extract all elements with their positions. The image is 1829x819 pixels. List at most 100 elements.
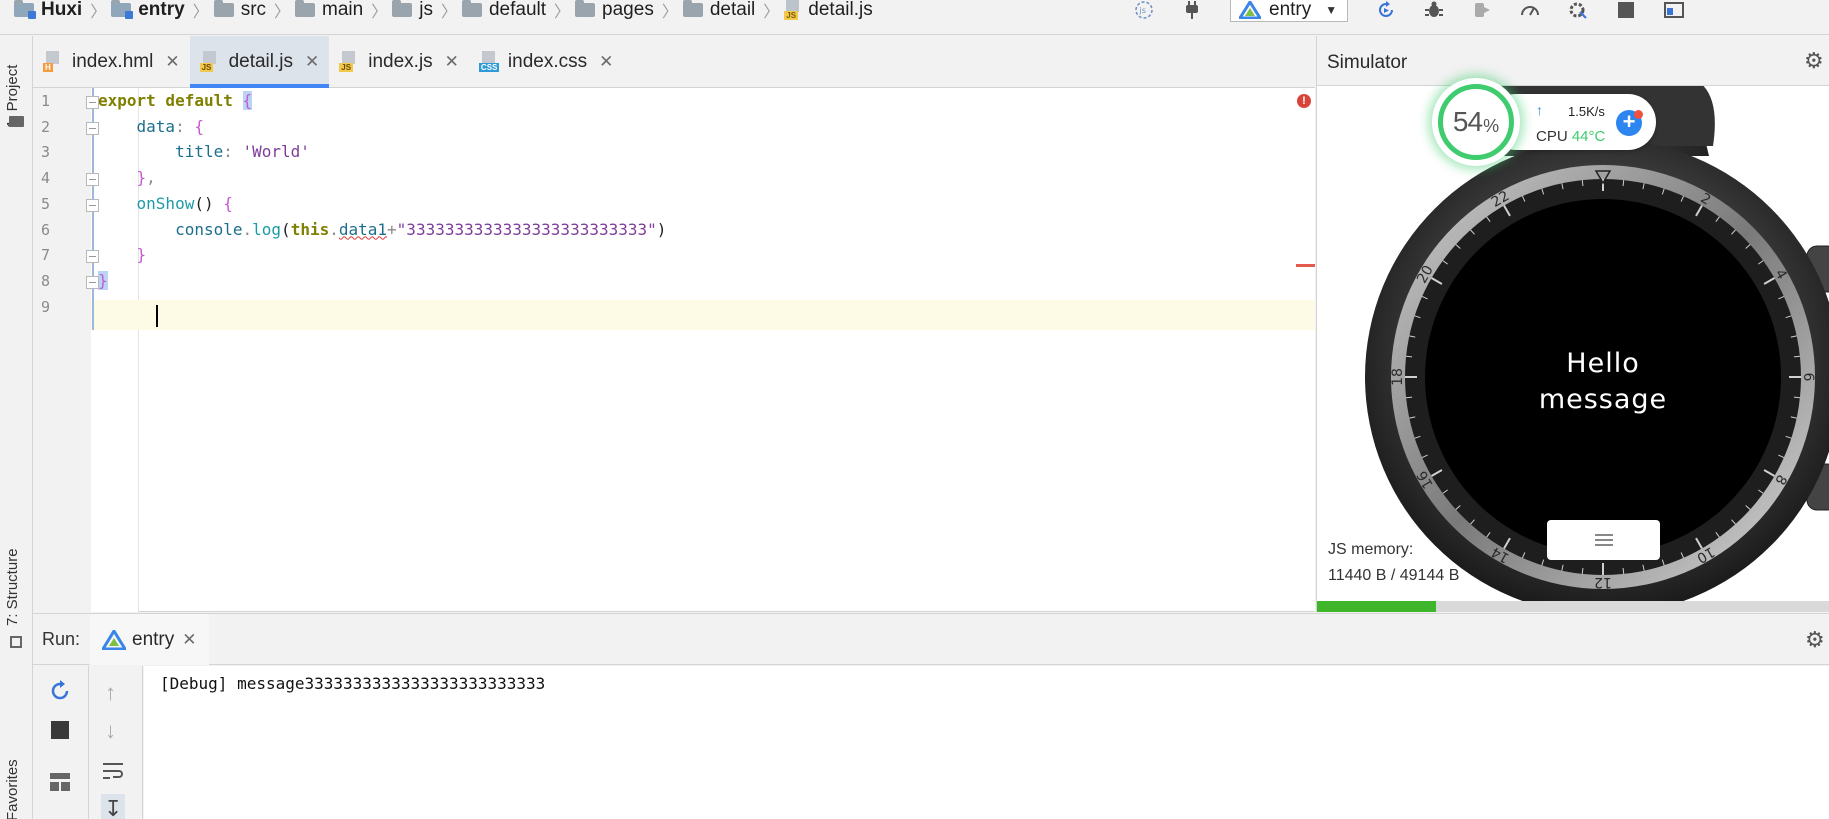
editor-tab-bar: Hindex.hml ✕ JS detail.js ✕ JS index.js ✕ CSS ind… <box>33 36 1315 88</box>
structure-tool-tab-label: 7: Structure <box>4 548 21 626</box>
fold-toggle-icon[interactable] <box>86 121 99 135</box>
editor-tab[interactable]: CSS index.css ✕ <box>469 36 623 87</box>
navigation-bar: Huxi 〉 entry 〉 src 〉 main 〉 js 〉 default 〉 pages 〉 det… <box>0 0 1829 35</box>
run-tab-entry[interactable]: entry ✕ <box>90 614 209 665</box>
code-token: } <box>98 270 108 290</box>
code-token: { <box>242 91 253 110</box>
code-token: ( <box>281 219 291 239</box>
error-stripe-marker[interactable] <box>1296 264 1315 267</box>
hot-reload-icon[interactable] <box>1564 0 1592 20</box>
folder-icon <box>392 0 413 17</box>
close-icon[interactable]: ✕ <box>599 52 613 72</box>
close-icon[interactable]: ✕ <box>182 630 196 650</box>
code-line: console.log(this.data1+"3333333333333333… <box>98 215 666 245</box>
attach-debugger-icon[interactable] <box>1468 0 1496 20</box>
gear-icon[interactable]: ⚙ <box>1805 627 1825 653</box>
breadcrumb-item[interactable]: Huxi 〉 <box>14 0 106 22</box>
code-editor[interactable]: 1 2 3 4 5 6 7 8 9 export default { data: { title… <box>33 88 1315 612</box>
close-icon[interactable]: ✕ <box>445 52 459 72</box>
module-folder-icon <box>14 0 36 19</box>
fold-toggle-icon[interactable] <box>86 96 99 109</box>
breadcrumb-item[interactable]: JS detail.js <box>784 0 873 21</box>
stop-icon[interactable] <box>51 721 69 739</box>
cpu-label: CPU <box>1536 128 1568 145</box>
editor-tab-label: index.js <box>368 50 433 72</box>
performance-widget[interactable]: ↑ 1.5K/s CPU 44°C + 54% <box>1432 78 1656 168</box>
close-icon[interactable]: ✕ <box>165 52 179 72</box>
close-icon[interactable]: ✕ <box>305 52 319 72</box>
editor-tab[interactable]: Hindex.hml ✕ <box>33 36 190 87</box>
breadcrumb-item[interactable]: main 〉 <box>295 0 387 22</box>
watch-menu-button[interactable] <box>1547 520 1660 560</box>
fold-toggle-icon[interactable] <box>86 275 99 289</box>
editor-tab-label: detail.js <box>228 50 293 72</box>
chevron-right-icon: 〉 <box>554 4 571 21</box>
fold-toggle-icon[interactable] <box>86 198 99 212</box>
breadcrumb-item[interactable]: detail 〉 <box>682 0 780 22</box>
chevron-right-icon: 〉 <box>763 4 780 21</box>
bezel-tick <box>1406 396 1413 399</box>
breadcrumb-label: default <box>488 0 547 20</box>
code-token: , <box>146 168 156 188</box>
breadcrumb-item[interactable]: js 〉 <box>392 0 457 22</box>
gear-icon[interactable]: ⚙ <box>1804 48 1824 74</box>
bezel-tick <box>1581 180 1584 187</box>
folder-icon <box>9 116 24 127</box>
profiler-icon[interactable] <box>1516 0 1544 20</box>
rerun-icon[interactable] <box>1372 0 1400 20</box>
layout-icon[interactable] <box>1660 0 1688 20</box>
js-plugin-icon[interactable]: js <box>1130 0 1158 20</box>
plug-icon[interactable] <box>1178 0 1206 20</box>
breadcrumb-item[interactable]: default 〉 <box>461 0 571 22</box>
arrow-down-icon[interactable]: ↓ <box>105 718 116 744</box>
breadcrumb-item[interactable]: pages 〉 <box>575 0 678 22</box>
cpu-temperature: 44°C <box>1571 128 1606 145</box>
breadcrumb-item[interactable]: src 〉 <box>213 0 291 22</box>
rerun-icon[interactable] <box>49 680 71 708</box>
chevron-right-icon: 〉 <box>274 4 291 21</box>
line-number: 3 <box>41 143 51 162</box>
breadcrumb: Huxi 〉 entry 〉 src 〉 main 〉 js 〉 default 〉 pages 〉 det… <box>14 0 878 22</box>
error-indicator-icon[interactable]: ! <box>1297 94 1311 108</box>
bezel-tick <box>1793 355 1800 358</box>
usage-percent: 54 <box>1452 106 1483 137</box>
chevron-right-icon: 〉 <box>661 4 678 21</box>
bezel-number: 6 <box>1800 373 1816 382</box>
layout-icon[interactable] <box>50 771 70 797</box>
soft-wrap-icon[interactable] <box>103 760 125 786</box>
breadcrumb-label: entry <box>138 0 185 20</box>
main-toolbar: js entry ▼ <box>1120 0 1698 22</box>
chevron-right-icon: 〉 <box>371 4 388 21</box>
breadcrumb-label: detail.js <box>808 0 873 20</box>
editor-tab[interactable]: JS detail.js ✕ <box>189 36 330 88</box>
breadcrumb-item[interactable]: entry 〉 <box>111 0 209 22</box>
console-output[interactable]: [Debug] message3333333333333333333333333 <box>144 666 1829 819</box>
fold-toggle-icon[interactable] <box>86 173 99 187</box>
arrow-up-icon[interactable]: ↑ <box>105 680 116 706</box>
fold-toggle-icon[interactable] <box>86 250 99 264</box>
run-panel-header: Run: entry ✕ ⚙ <box>33 613 1829 665</box>
hml-file-icon: H <box>43 50 63 73</box>
bug-icon[interactable] <box>1420 0 1448 20</box>
run-configuration-select[interactable]: entry ▼ <box>1230 0 1349 22</box>
code-token: { <box>194 116 204 136</box>
chevron-down-icon: ▼ <box>1325 3 1338 17</box>
code-token: "3333333333333333333333333" <box>396 219 657 239</box>
scroll-to-end-icon[interactable]: ↧ <box>101 794 126 819</box>
harmony-logo-icon <box>1237 0 1263 20</box>
code-token: console <box>175 219 243 239</box>
bezel-number: 12 <box>1594 574 1612 590</box>
ide-window: Huxi 〉 entry 〉 src 〉 main 〉 js 〉 default 〉 pages 〉 det… <box>0 0 1829 819</box>
favorites-tool-tab[interactable]: Favorites <box>4 759 21 819</box>
usage-percent-unit: % <box>1483 115 1500 136</box>
bezel-tick <box>1581 567 1584 574</box>
code-token: ) <box>656 219 667 239</box>
line-number: 6 <box>41 220 51 239</box>
stop-icon[interactable] <box>1612 0 1640 20</box>
editor-tab[interactable]: JS index.js ✕ <box>329 36 469 87</box>
console-actions-strip: ↑ ↓ ↧ <box>89 666 143 819</box>
code-token: : <box>175 116 195 136</box>
memory-usage-bar-fill <box>1317 601 1437 612</box>
structure-tool-tab[interactable]: 7: Structure <box>4 548 21 626</box>
